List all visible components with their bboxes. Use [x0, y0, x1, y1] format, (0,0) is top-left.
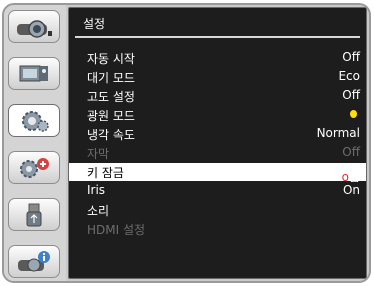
- gear-icon: [22, 110, 49, 132]
- menu-item-label: 소리: [87, 204, 110, 218]
- tab-extended[interactable]: [8, 151, 60, 184]
- tab-settings[interactable]: [8, 104, 60, 137]
- menu-item-value: Off: [342, 50, 360, 64]
- menu-item-label: 냉각 속도: [87, 128, 135, 142]
- image-adjust-icon: [19, 65, 48, 81]
- menu-item-label: 광원 모드: [87, 109, 135, 123]
- tab-info[interactable]: [8, 245, 60, 278]
- menu-item-label: 자막: [87, 147, 110, 161]
- menu-item-label: 고도 설정: [87, 90, 135, 104]
- menu-item-standby-mode[interactable]: 대기 모드 Eco: [69, 68, 366, 86]
- title-divider: [75, 36, 360, 38]
- menu-item-value: Eco: [338, 69, 360, 83]
- menu-item-value: On: [342, 183, 360, 197]
- tab-image[interactable]: [8, 57, 60, 90]
- advanced-gear-icon: [20, 157, 49, 178]
- menu-item-sound[interactable]: 소리: [69, 201, 366, 219]
- tab-display[interactable]: [8, 10, 60, 43]
- menu-item-auto-start[interactable]: 자동 시작 Off: [69, 49, 366, 67]
- menu-item-cooling-speed[interactable]: 냉각 속도 Normal: [69, 125, 366, 143]
- projector-icon: [17, 19, 52, 38]
- menu-sidebar: [4, 5, 66, 281]
- menu-item-closed-caption: 자막 Off: [69, 144, 366, 162]
- usb-icon: [26, 203, 42, 226]
- settings-panel: 설정 자동 시작 Off 대기 모드 Eco 고도 설정 Off 광원 모드 냉…: [68, 7, 367, 279]
- projector-osd-menu: 설정 자동 시작 Off 대기 모드 Eco 고도 설정 Off 광원 모드 냉…: [2, 3, 371, 283]
- menu-item-label: 대기 모드: [87, 71, 135, 85]
- menu-item-value: Off: [342, 88, 360, 102]
- light-indicator-icon: [350, 110, 357, 118]
- menu-item-label: HDMI 설정: [87, 223, 146, 237]
- menu-item-label: Iris: [87, 183, 106, 197]
- menu-item-light-mode[interactable]: 광원 모드: [69, 106, 366, 124]
- menu-item-altitude[interactable]: 고도 설정 Off: [69, 87, 366, 105]
- menu-item-key-lock[interactable]: 키 잠금 Lo옵: [69, 163, 366, 184]
- menu-item-iris[interactable]: Iris On: [69, 182, 366, 200]
- menu-item-label: 자동 시작: [87, 52, 135, 66]
- menu-item-value: Off: [342, 145, 360, 159]
- menu-item-label: 키 잠금: [87, 166, 124, 180]
- page-title: 설정: [83, 17, 106, 31]
- menu-item-hdmi-settings: HDMI 설정: [69, 220, 366, 238]
- menu-item-value: Normal: [316, 126, 360, 140]
- tab-usb[interactable]: [8, 198, 60, 231]
- info-icon: [18, 250, 50, 271]
